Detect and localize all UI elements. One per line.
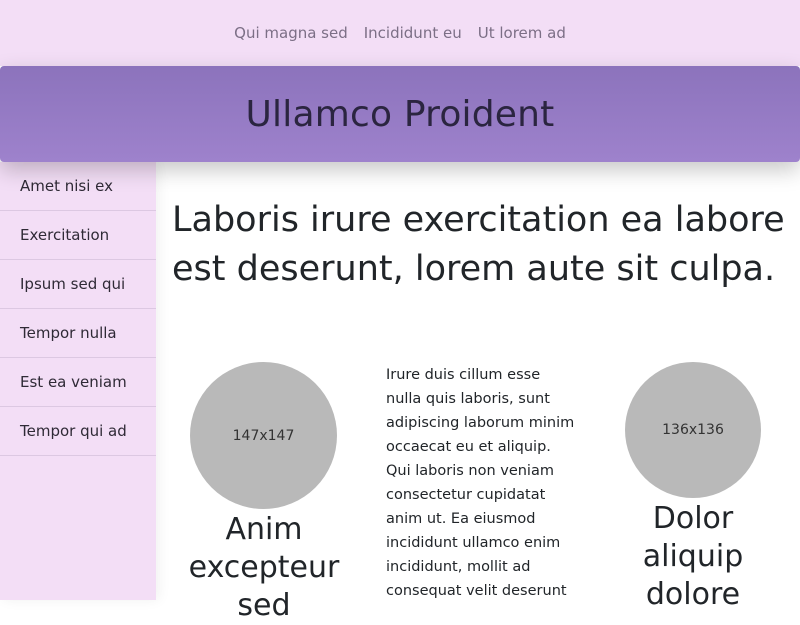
main-content: Laboris irure exercitation ea labore est… bbox=[172, 196, 792, 294]
hero-banner: Ullamco Proident bbox=[0, 66, 800, 162]
image-placeholder-right: 136x136 bbox=[625, 362, 761, 498]
column-caption-right: Dolor aliquip dolore bbox=[642, 501, 744, 612]
sidebar-item-exercitation[interactable]: Exercitation bbox=[0, 211, 156, 260]
sidebar-item-amet-nisi-ex[interactable]: Amet nisi ex bbox=[0, 162, 156, 211]
nav-link-qui-magna-sed[interactable]: Qui magna sed bbox=[234, 24, 348, 42]
page-heading: Laboris irure exercitation ea labore est… bbox=[172, 200, 785, 289]
sidebar: Amet nisi ex Exercitation Ipsum sed qui … bbox=[0, 162, 156, 600]
sidebar-item-ipsum-sed-qui[interactable]: Ipsum sed qui bbox=[0, 260, 156, 309]
sidebar-item-tempor-qui-ad[interactable]: Tempor qui ad bbox=[0, 407, 156, 456]
nav-link-incididunt-eu[interactable]: Incididunt eu bbox=[364, 24, 462, 42]
nav-link-ut-lorem-ad[interactable]: Ut lorem ad bbox=[478, 24, 566, 42]
image-placeholder-left: 147x147 bbox=[190, 362, 337, 509]
sidebar-item-est-ea-veniam[interactable]: Est ea veniam bbox=[0, 358, 156, 407]
sidebar-item-tempor-nulla[interactable]: Tempor nulla bbox=[0, 309, 156, 358]
site-title: Ullamco Proident bbox=[245, 93, 555, 135]
column-paragraph: Irure duis cillum esse nulla quis labori… bbox=[386, 367, 575, 599]
top-nav: Qui magna sed Incididunt eu Ut lorem ad bbox=[0, 0, 800, 66]
placeholder-size-label: 147x147 bbox=[232, 427, 295, 444]
column-caption-left: Anim excepteur sed bbox=[188, 512, 340, 623]
placeholder-size-label: 136x136 bbox=[662, 422, 724, 438]
